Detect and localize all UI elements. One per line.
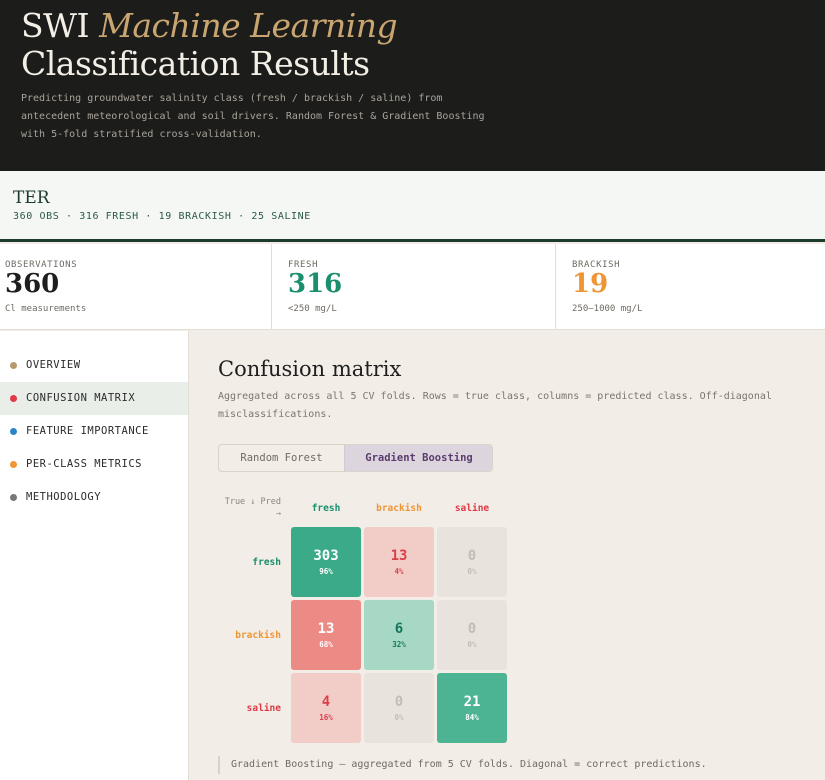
- corner-line1: True ↓ Pred: [224, 497, 281, 507]
- corner-line2: →: [275, 509, 281, 519]
- cell-percent: 0%: [394, 713, 404, 722]
- cell-count: 6: [394, 621, 404, 637]
- matrix-cell-saline-saline: 21 84%: [437, 673, 507, 743]
- sidebar-item-label: FEATURE IMPORTANCE: [26, 425, 149, 437]
- page-title-line1: SWI Machine Learning: [21, 6, 398, 45]
- matrix-footnote: Gradient Boosting — aggregated from 5 CV…: [218, 756, 707, 774]
- main-panel: Confusion matrix Aggregated across all 5…: [189, 331, 825, 780]
- sidebar-item-methodology[interactable]: METHODOLOGY: [0, 481, 188, 514]
- matrix-cell-saline-brackish: 0 0%: [364, 673, 434, 743]
- stat-card-fresh: FRESH 316 <250 mg/L: [272, 244, 556, 330]
- stat-note: Cl measurements: [5, 304, 87, 314]
- sidebar-item-per-class-metrics[interactable]: PER-CLASS METRICS: [0, 448, 188, 481]
- dot-icon: [10, 362, 17, 369]
- column-header-brackish: brackish: [376, 503, 422, 514]
- dot-icon: [10, 395, 17, 402]
- sidebar-item-feature-importance[interactable]: FEATURE IMPORTANCE: [0, 415, 188, 448]
- site-summary: TER 360 OBS · 316 FRESH · 19 BRACKISH · …: [0, 171, 825, 242]
- title-prefix: SWI: [21, 6, 90, 45]
- stats-row: OBSERVATIONS 360 Cl measurements FRESH 3…: [0, 244, 825, 330]
- sidebar-item-label: OVERVIEW: [26, 359, 81, 371]
- sidebar-item-label: CONFUSION MATRIX: [26, 392, 136, 404]
- sidebar-item-label: PER-CLASS METRICS: [26, 458, 142, 470]
- cell-count: 13: [317, 621, 335, 637]
- sidebar-item-confusion-matrix[interactable]: CONFUSION MATRIX: [0, 382, 188, 415]
- matrix-cell-brackish-saline: 0 0%: [437, 600, 507, 670]
- tab-gradient-boosting[interactable]: Gradient Boosting: [344, 445, 492, 471]
- dot-icon: [10, 461, 17, 468]
- cell-count: 4: [321, 694, 331, 710]
- cell-percent: 0%: [467, 567, 477, 576]
- cell-percent: 4%: [394, 567, 404, 576]
- model-tabs: Random Forest Gradient Boosting: [218, 444, 493, 472]
- stat-card-observations: OBSERVATIONS 360 Cl measurements: [0, 244, 272, 330]
- column-header-saline: saline: [454, 503, 490, 514]
- cell-percent: 16%: [319, 713, 333, 722]
- cell-percent: 0%: [467, 640, 477, 649]
- sidebar-item-overview[interactable]: OVERVIEW: [0, 349, 188, 382]
- matrix-cell-fresh-brackish: 13 4%: [364, 527, 434, 597]
- page-title-line2: Classification Results: [21, 44, 370, 83]
- page-subtitle: Predicting groundwater salinity class (f…: [21, 93, 485, 140]
- dot-icon: [10, 494, 17, 501]
- section-description: Aggregated across all 5 CV folds. Rows =…: [218, 391, 772, 420]
- page-header: SWI Machine Learning Classification Resu…: [0, 0, 825, 171]
- cell-count: 303: [313, 548, 339, 564]
- cell-percent: 96%: [319, 567, 333, 576]
- stat-value: 360: [5, 269, 60, 299]
- cell-percent: 84%: [465, 713, 479, 722]
- sidebar-item-label: METHODOLOGY: [26, 491, 102, 503]
- site-name: TER: [13, 188, 50, 208]
- column-header-fresh: fresh: [311, 503, 341, 514]
- cell-count: 13: [390, 548, 408, 564]
- cell-count: 0: [467, 548, 477, 564]
- dot-icon: [10, 428, 17, 435]
- stat-value: 316: [288, 269, 343, 299]
- stat-note: <250 mg/L: [288, 304, 337, 314]
- site-meta: 360 OBS · 316 FRESH · 19 BRACKISH · 25 S…: [13, 211, 311, 222]
- matrix-cell-fresh-fresh: 303 96%: [291, 527, 361, 597]
- section-title: Confusion matrix: [218, 357, 402, 381]
- stat-card-brackish: BRACKISH 19 250–1000 mg/L: [556, 244, 825, 330]
- cell-count: 0: [467, 621, 477, 637]
- row-header-saline: saline: [246, 703, 281, 714]
- matrix-cell-brackish-brackish: 6 32%: [364, 600, 434, 670]
- cell-count: 21: [463, 694, 481, 710]
- matrix-cell-saline-fresh: 4 16%: [291, 673, 361, 743]
- tab-random-forest[interactable]: Random Forest: [219, 445, 344, 471]
- stat-value: 19: [572, 269, 609, 299]
- row-header-fresh: fresh: [252, 557, 281, 568]
- matrix-cell-fresh-saline: 0 0%: [437, 527, 507, 597]
- matrix-cell-brackish-fresh: 13 68%: [291, 600, 361, 670]
- cell-percent: 32%: [392, 640, 406, 649]
- sidebar-nav: OVERVIEW CONFUSION MATRIX FEATURE IMPORT…: [0, 331, 189, 780]
- cell-percent: 68%: [319, 640, 333, 649]
- cell-count: 0: [394, 694, 404, 710]
- matrix-corner-label: True ↓ Pred →: [218, 496, 281, 520]
- stat-note: 250–1000 mg/L: [572, 304, 643, 314]
- row-header-brackish: brackish: [235, 630, 281, 641]
- title-accent: Machine Learning: [99, 6, 398, 45]
